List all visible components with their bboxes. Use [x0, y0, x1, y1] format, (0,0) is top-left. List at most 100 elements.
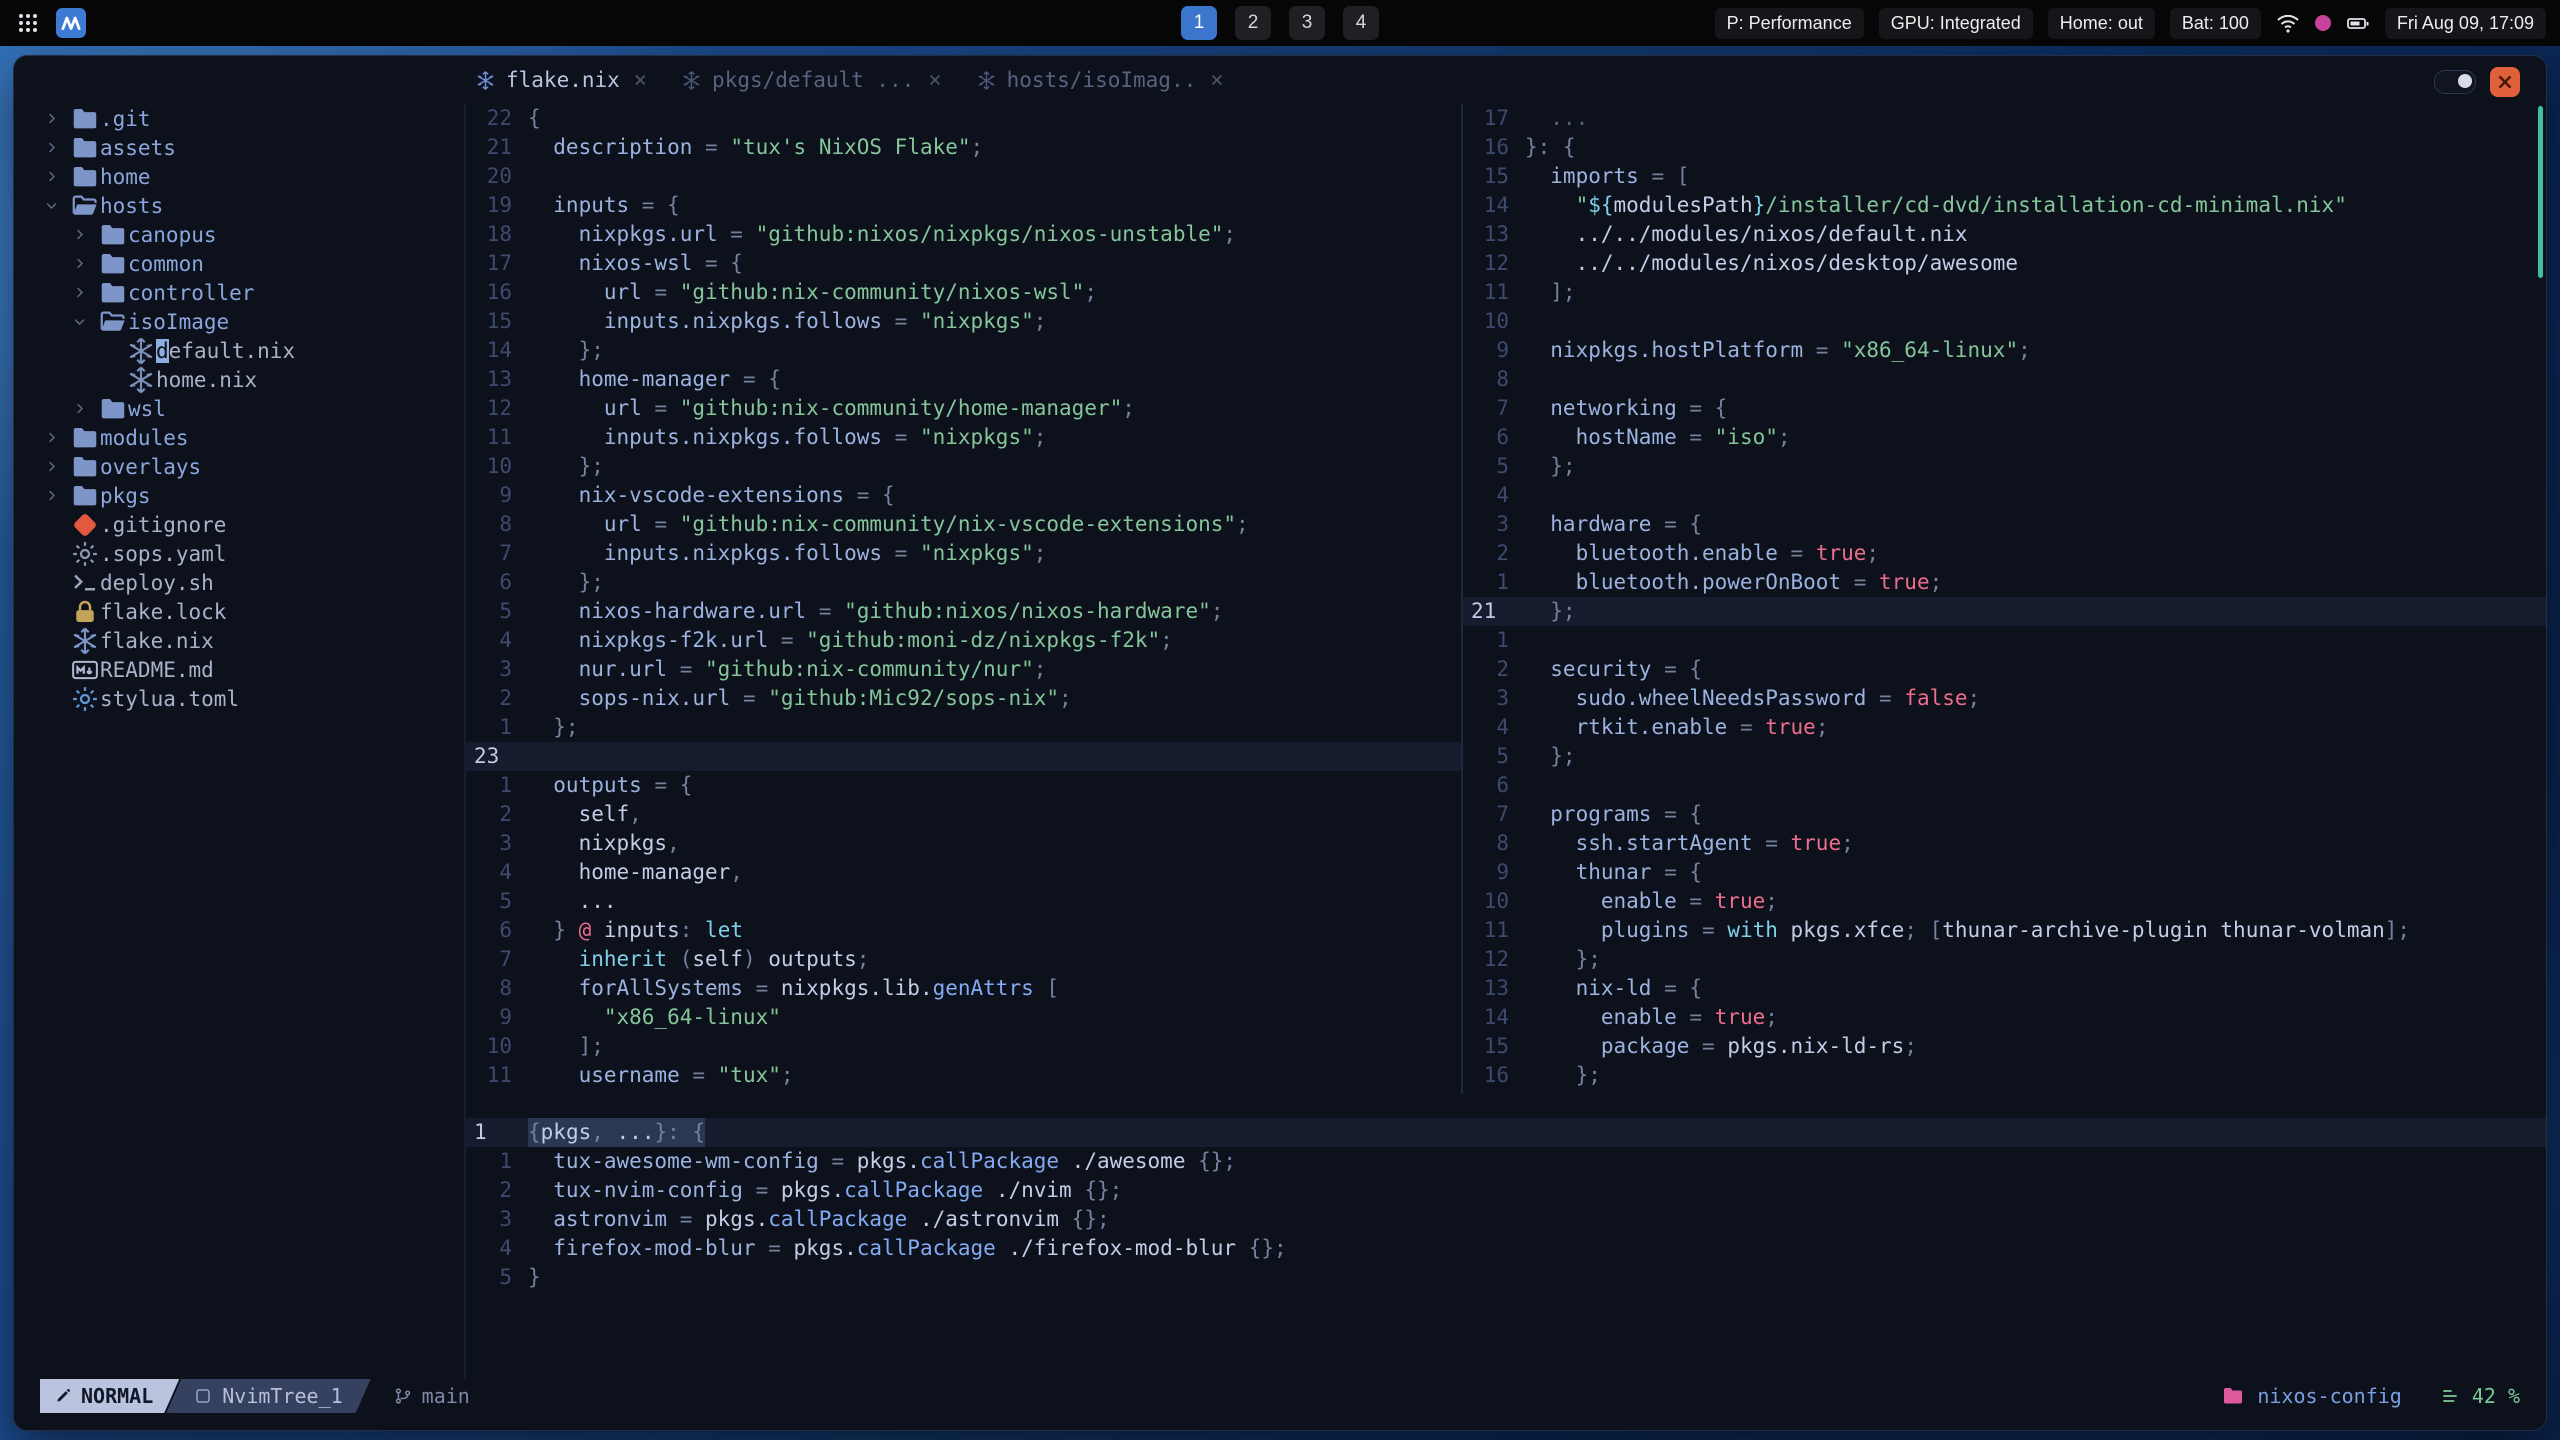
code-token: ; — [1765, 889, 1778, 913]
code-text: home-manager, — [528, 858, 743, 887]
tree-item-default-nix[interactable]: default.nix — [44, 336, 494, 365]
code-line: 9 "x86_64-linux" — [466, 1003, 1461, 1032]
window-controls: × — [2434, 67, 2520, 97]
tab-close-icon[interactable]: × — [928, 68, 941, 93]
tree-item-controller[interactable]: controller — [44, 278, 494, 307]
network-icon[interactable] — [2276, 11, 2300, 35]
workspace-button-2[interactable]: 2 — [1235, 6, 1271, 40]
tree-item-stylua-toml[interactable]: stylua.toml — [44, 684, 494, 713]
code-token: modulesPath — [1613, 193, 1753, 217]
line-number: 14 — [1483, 193, 1509, 217]
tree-item-flake-lock[interactable]: flake.lock — [44, 597, 494, 626]
tree-item-hosts[interactable]: hosts — [44, 191, 494, 220]
distro-logo-icon[interactable] — [56, 8, 86, 38]
chevron-right-icon — [72, 285, 98, 300]
editor-pane-pkgs-default-nix[interactable]: 1 {pkgs, ...}: {1 tux-awesome-wm-config =… — [466, 1094, 2546, 1292]
tree-item-overlays[interactable]: overlays — [44, 452, 494, 481]
code-line: 1 }; — [466, 713, 1461, 742]
window-toggle[interactable] — [2434, 70, 2476, 94]
apps-grid-icon[interactable] — [16, 11, 40, 35]
tree-item-flake-nix[interactable]: flake.nix — [44, 626, 494, 655]
workspace-button-4[interactable]: 4 — [1343, 6, 1379, 40]
tab-hosts-isoimag[interactable]: hosts/isoImag.. × — [976, 68, 1224, 93]
code-token: }; — [528, 715, 579, 739]
code-token: , — [667, 831, 680, 855]
workspace-button-1[interactable]: 1 — [1181, 6, 1217, 40]
line-number: 5 — [499, 889, 512, 913]
tree-item-gitignore[interactable]: .gitignore — [44, 510, 494, 539]
tree-item-home-nix[interactable]: home.nix — [44, 365, 494, 394]
code-text: rtkit.enable = true; — [1525, 713, 1829, 742]
code-token: = — [1803, 338, 1842, 362]
line-number: 22 — [486, 106, 512, 130]
tab-close-icon[interactable]: × — [1210, 68, 1223, 93]
power-profile-status[interactable]: P: Performance — [1714, 7, 1864, 39]
code-token: ; — [1084, 280, 1097, 304]
tree-item-canopus[interactable]: canopus — [44, 220, 494, 249]
code-token: = { — [844, 483, 895, 507]
workspace-button-3[interactable]: 3 — [1289, 6, 1325, 40]
tree-item-pkgs[interactable]: pkgs — [44, 481, 494, 510]
tree-item-modules[interactable]: modules — [44, 423, 494, 452]
code-line: 1 outputs = { — [466, 771, 1461, 800]
mode-indicator: NORMAL — [40, 1379, 179, 1413]
code-line: 15 inputs.nixpkgs.follows = "nixpkgs"; — [466, 307, 1461, 336]
code-token: = { — [1651, 976, 1703, 1000]
code-token: ]; — [528, 1034, 604, 1058]
code-text: description = "tux's NixOS Flake"; — [528, 133, 983, 162]
code-text: programs = { — [1525, 800, 1702, 829]
code-text: inputs.nixpkgs.follows = "nixpkgs"; — [528, 539, 1047, 568]
line-number: 7 — [1496, 802, 1509, 826]
code-text: tux-nvim-config = pkgs.callPackage ./nvi… — [528, 1176, 1122, 1205]
line-number: 1 — [474, 1120, 487, 1144]
tab-flake-nix[interactable]: flake.nix × — [475, 68, 647, 93]
tree-item-common[interactable]: common — [44, 249, 494, 278]
window-close-button[interactable]: × — [2490, 67, 2520, 97]
editor-pane-flake-nix[interactable]: 22{21 description = "tux's NixOS Flake";… — [466, 104, 1461, 1094]
battery-status[interactable]: Bat: 100 — [2169, 7, 2261, 39]
code-token: true — [1790, 831, 1842, 855]
tab-close-icon[interactable]: × — [634, 68, 647, 93]
code-token: { — [528, 106, 541, 130]
code-token: "nixpkgs" — [919, 309, 1034, 333]
code-line: 4 rtkit.enable = true; — [1463, 713, 2546, 742]
code-token: ; — [1059, 686, 1072, 710]
tree-item-git[interactable]: .git — [44, 104, 494, 133]
code-token: = — [1676, 1005, 1715, 1029]
code-token: rtkit.enable — [1525, 715, 1728, 739]
tree-item-assets[interactable]: assets — [44, 133, 494, 162]
scrollbar-thumb[interactable] — [2538, 106, 2543, 278]
battery-icon[interactable] — [2346, 11, 2370, 35]
code-token: pkgs.nix-ld-rs — [1727, 1034, 1905, 1058]
line-number: 2 — [499, 1178, 512, 1202]
color-picker-icon[interactable] — [2314, 15, 2331, 31]
code-token: "github:moni-dz/nixpkgs-f2k" — [806, 628, 1161, 652]
editor-pane-iso-default-nix[interactable]: 17 ... 16}: {15 imports = [14 "${modulesP… — [1461, 104, 2546, 1094]
tree-item-deploy-sh[interactable]: deploy.sh — [44, 568, 494, 597]
code-token: url — [528, 512, 642, 536]
code-token: true — [1815, 541, 1867, 565]
tree-item-label: .sops.yaml — [100, 541, 227, 566]
code-text: firefox-mod-blur = pkgs.callPackage ./fi… — [528, 1234, 1286, 1263]
code-token: home-manager — [528, 860, 731, 884]
tree-item-isoimage[interactable]: isoImage — [44, 307, 494, 336]
line-number: 10 — [1483, 889, 1509, 913]
tree-item-home[interactable]: home — [44, 162, 494, 191]
code-token: ]; — [2384, 918, 2411, 942]
home-status[interactable]: Home: out — [2047, 7, 2155, 39]
tree-item-sops-yaml[interactable]: .sops.yaml — [44, 539, 494, 568]
code-token: ../../modules/nixos/default.nix — [1525, 222, 1968, 246]
tab-pkgs-default[interactable]: pkgs/default ... × — [681, 68, 942, 93]
tree-item-label: flake.lock — [100, 599, 227, 624]
code-text: }; — [528, 336, 604, 365]
code-token: }: { — [654, 1120, 706, 1144]
gpu-status[interactable]: GPU: Integrated — [1878, 7, 2033, 39]
code-line: 4 nixpkgs-f2k.url = "github:moni-dz/nixp… — [466, 626, 1461, 655]
code-line: 4 firefox-mod-blur = pkgs.callPackage ./… — [466, 1234, 2546, 1263]
topbar-left — [0, 8, 86, 38]
nix-file-icon — [126, 336, 156, 366]
code-text: "x86_64-linux" — [528, 1003, 781, 1032]
tree-item-readme-md[interactable]: README.md — [44, 655, 494, 684]
workspace-switcher: 1234 — [1181, 6, 1379, 40]
tree-item-wsl[interactable]: wsl — [44, 394, 494, 423]
